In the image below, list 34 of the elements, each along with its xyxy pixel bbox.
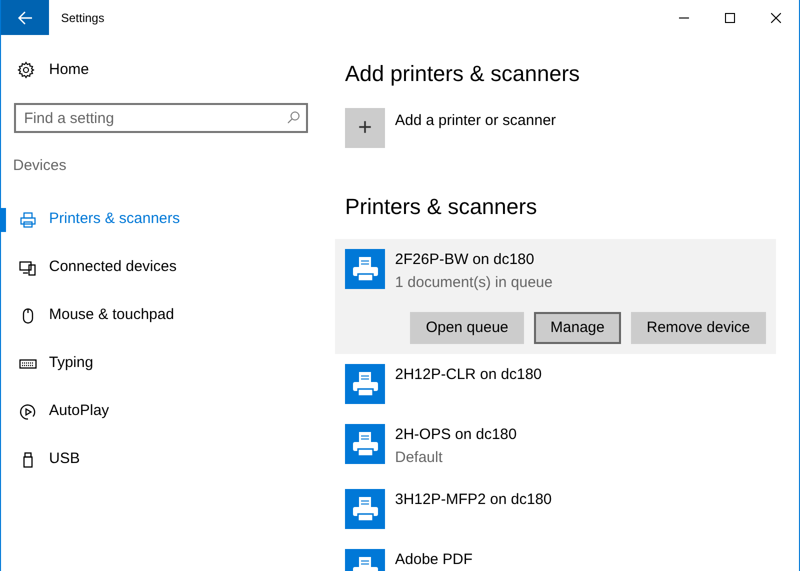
nav-item[interactable]: Typing xyxy=(1,340,321,388)
nav-item[interactable]: Printers & scanners xyxy=(1,196,321,244)
action-button[interactable]: Remove device xyxy=(630,312,766,344)
back-arrow-icon xyxy=(17,10,33,26)
back-button[interactable] xyxy=(1,0,49,35)
search-icon xyxy=(287,111,300,124)
nav-item[interactable]: Connected devices xyxy=(1,244,321,292)
section-heading: Printers & scanners xyxy=(345,193,538,221)
printer-item[interactable]: 2F26P-BW on dc180 1 document(s) in queue Open queue Manage Remove device xyxy=(335,239,776,354)
search-field[interactable]: Find a setting xyxy=(14,103,308,133)
gear-icon xyxy=(17,61,35,79)
autoplay-icon xyxy=(19,402,37,420)
section-heading: Add printers & scanners xyxy=(345,60,581,88)
printer-icon xyxy=(345,489,385,529)
maximize-icon xyxy=(725,12,735,22)
printer-item[interactable]: 2H12P-CLR on dc180 xyxy=(335,354,776,414)
printer-item[interactable]: Adobe PDF xyxy=(335,539,776,571)
printer-icon xyxy=(345,424,385,464)
printer-icon xyxy=(19,210,37,228)
devices-icon xyxy=(19,258,37,276)
window-title: Settings xyxy=(61,10,104,26)
printer-icon xyxy=(345,364,385,404)
add-printer-button[interactable]: + Add a printer or scanner xyxy=(345,108,776,148)
printer-item[interactable]: 2H-OPS on dc180 Default xyxy=(335,414,776,479)
printer-item[interactable]: 3H12P-MFP2 on dc180 xyxy=(335,479,776,539)
nav-item[interactable]: Mouse & touchpad xyxy=(1,292,321,340)
action-button[interactable]: Open queue xyxy=(410,312,524,344)
nav-item[interactable]: AutoPlay xyxy=(1,388,321,436)
action-button[interactable]: Manage xyxy=(534,312,621,344)
section-label: Devices xyxy=(13,156,68,176)
close-icon xyxy=(771,12,781,22)
home-link[interactable]: Home xyxy=(1,55,321,85)
printer-icon xyxy=(345,249,385,289)
nav-item[interactable]: USB xyxy=(1,436,321,484)
